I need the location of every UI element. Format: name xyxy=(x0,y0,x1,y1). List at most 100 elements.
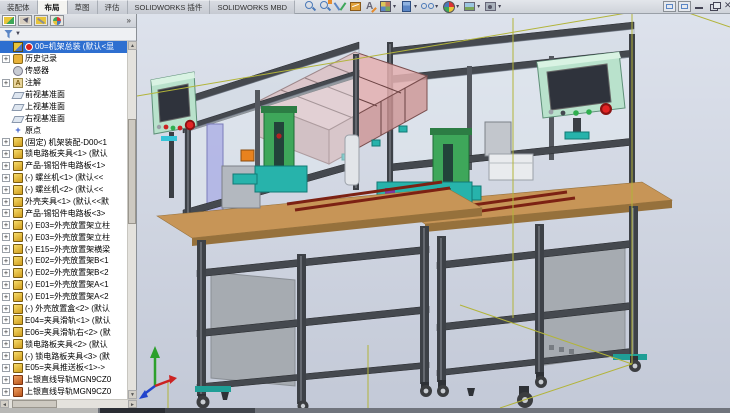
chevron-down-icon[interactable]: ▾ xyxy=(477,3,480,10)
chevron-down-icon[interactable]: ▼ xyxy=(15,31,21,37)
expand-icon[interactable]: + xyxy=(2,305,10,313)
restore-button[interactable] xyxy=(708,1,721,12)
expand-icon[interactable]: + xyxy=(2,186,10,194)
tab-2[interactable]: 布局 xyxy=(38,0,68,14)
tree-item[interactable]: +(-) E03=外壳放置架立柱 xyxy=(0,219,128,231)
tree-item[interactable]: +(-) E15=外壳放置架横梁 xyxy=(0,243,128,255)
tree-item[interactable]: +(-) 锁电路板夹具<3> (默 xyxy=(0,350,128,362)
expand-icon[interactable]: + xyxy=(2,293,10,301)
expand-icon[interactable]: + xyxy=(2,150,10,158)
plane-icon xyxy=(11,92,24,99)
tree-item[interactable]: 前视基准面 xyxy=(0,89,128,101)
panel-tab-propertymanager[interactable] xyxy=(18,15,32,26)
3d-viewport-canvas[interactable] xyxy=(137,14,730,408)
panel-tab-featuremanager-design-tree[interactable] xyxy=(2,15,16,26)
tree-item[interactable]: 上视基准面 xyxy=(0,100,128,112)
expand-icon[interactable]: + xyxy=(2,162,10,170)
expand-icon[interactable]: + xyxy=(2,316,10,324)
dynamic-annotation-views-icon[interactable] xyxy=(364,0,377,13)
tab-6[interactable]: SOLIDWORKS MBD xyxy=(210,0,295,14)
tree-item[interactable]: +上银直线导轨MGN9CZ0 xyxy=(0,374,128,386)
tree-item[interactable]: +产品-锡铝件电路板<3> xyxy=(0,207,128,219)
graphics-area[interactable] xyxy=(137,14,730,408)
expand-icon[interactable]: + xyxy=(2,221,10,229)
tree-item[interactable]: +A注解 xyxy=(0,77,128,89)
expand-icon[interactable]: + xyxy=(2,364,10,372)
tree-item[interactable]: +上银直线导轨MGN9CZ0 xyxy=(0,386,128,398)
tree-item[interactable]: +锁电路板夹具<1> (默认 xyxy=(0,148,128,160)
panel-tab-configurationmanager[interactable] xyxy=(34,15,48,26)
expand-icon[interactable]: + xyxy=(2,245,10,253)
chevron-down-icon[interactable]: ▾ xyxy=(414,3,417,10)
tab-1[interactable]: 装配体 xyxy=(0,0,38,14)
chevron-down-icon[interactable]: ▾ xyxy=(393,3,396,10)
tree-item[interactable]: 右视基准面 xyxy=(0,112,128,124)
tree-item[interactable]: +(-) 外壳放置盒<2> (默认 xyxy=(0,303,128,315)
tree-vertical-scrollbar[interactable]: ▲ ▼ xyxy=(127,41,136,399)
expand-icon[interactable]: + xyxy=(2,257,10,265)
tree-filter-bar[interactable]: ▼ xyxy=(0,28,136,41)
tree-item[interactable]: +(-) 螺丝机<1> (默认<< xyxy=(0,172,128,184)
tree-item[interactable]: +产品-锡铝件电路板<1> xyxy=(0,160,128,172)
tab-3[interactable]: 草图 xyxy=(68,0,98,14)
tree-item[interactable]: +历史记录 xyxy=(0,53,128,65)
scroll-left-icon[interactable]: ◄ xyxy=(0,400,9,408)
measure-icon[interactable] xyxy=(349,0,362,13)
vertical-scroll-thumb[interactable] xyxy=(128,119,136,224)
scroll-right-icon[interactable]: ► xyxy=(128,400,137,408)
tree-item[interactable]: +(-) E02=外壳放置架B<1 xyxy=(0,255,128,267)
tab-4[interactable]: 评估 xyxy=(98,0,128,14)
tree-item[interactable]: +E06=夹具滑轨右<2> (默 xyxy=(0,326,128,338)
expand-icon[interactable]: + xyxy=(2,352,10,360)
tree-item[interactable]: +E05=夹具推送板<1>-> xyxy=(0,362,128,374)
tree-item[interactable]: 00=机架总装 (默认<显 xyxy=(0,41,128,53)
tree-item[interactable]: +(-) E01=外壳放置架A<2 xyxy=(0,291,128,303)
tree-item[interactable]: +(固定) 机架装配-D00<1 xyxy=(0,136,128,148)
chevron-down-icon[interactable]: ▾ xyxy=(435,3,438,10)
tree-item[interactable]: +锁电路板夹具<2> (默认 xyxy=(0,338,128,350)
section-view-icon[interactable] xyxy=(334,0,347,13)
expand-icon[interactable]: + xyxy=(2,79,10,87)
scroll-down-icon[interactable]: ▼ xyxy=(128,390,137,399)
expand-icon[interactable]: + xyxy=(2,233,10,241)
zoom-to-area-icon[interactable] xyxy=(319,0,332,13)
expand-icon[interactable]: + xyxy=(2,138,10,146)
tree-item[interactable]: +(-) E02=外壳放置架B<2 xyxy=(0,267,128,279)
expand-icon[interactable]: + xyxy=(2,209,10,217)
tree-item[interactable]: 传感器 xyxy=(0,65,128,77)
expand-icon[interactable]: + xyxy=(2,328,10,336)
tree-item[interactable]: +(-) 螺丝机<2> (默认<< xyxy=(0,184,128,196)
tree-item[interactable]: +E04=夹具滑轨<1> (默认 xyxy=(0,314,128,326)
hide-show-items-icon[interactable] xyxy=(421,0,434,13)
minimize-button[interactable] xyxy=(693,1,706,12)
view-settings-icon[interactable] xyxy=(484,0,497,13)
expand-icon[interactable]: + xyxy=(2,388,10,396)
tree-item[interactable]: +(-) E03=外壳放置架立柱 xyxy=(0,231,128,243)
doc-window-1-button[interactable] xyxy=(663,1,676,12)
expand-icon[interactable]: + xyxy=(2,281,10,289)
expand-icon[interactable]: + xyxy=(2,55,10,63)
expand-icon[interactable]: + xyxy=(2,269,10,277)
expand-icon[interactable]: + xyxy=(2,174,10,182)
close-button[interactable] xyxy=(723,1,730,12)
horizontal-scroll-thumb[interactable] xyxy=(12,400,57,408)
edit-appearance-icon[interactable] xyxy=(442,0,455,13)
panel-tab-displaymanager[interactable] xyxy=(50,15,64,26)
tree-item[interactable]: +(-) E01=外壳放置架A<1 xyxy=(0,279,128,291)
chevron-down-icon[interactable]: ▾ xyxy=(498,3,501,10)
view-orientation-icon[interactable] xyxy=(379,0,392,13)
tab-5[interactable]: SOLIDWORKS 插件 xyxy=(128,0,211,14)
tree-item[interactable]: +原点 xyxy=(0,124,128,136)
apply-scene-icon[interactable] xyxy=(463,0,476,13)
zoom-to-fit-icon[interactable] xyxy=(304,0,317,13)
expand-icon[interactable]: + xyxy=(2,340,10,348)
doc-window-2-button[interactable] xyxy=(678,1,691,12)
chevron-down-icon[interactable]: ▾ xyxy=(456,3,459,10)
expand-icon[interactable]: + xyxy=(2,198,10,206)
overflow-chevron-icon[interactable]: » xyxy=(127,16,134,25)
display-style-icon[interactable] xyxy=(400,0,413,13)
tree-horizontal-scrollbar[interactable]: ◄ ► xyxy=(0,399,137,408)
expand-icon[interactable]: + xyxy=(2,376,10,384)
tree-item[interactable]: +外壳夹具<1> (默认<<默 xyxy=(0,196,128,208)
scroll-up-icon[interactable]: ▲ xyxy=(128,41,137,50)
